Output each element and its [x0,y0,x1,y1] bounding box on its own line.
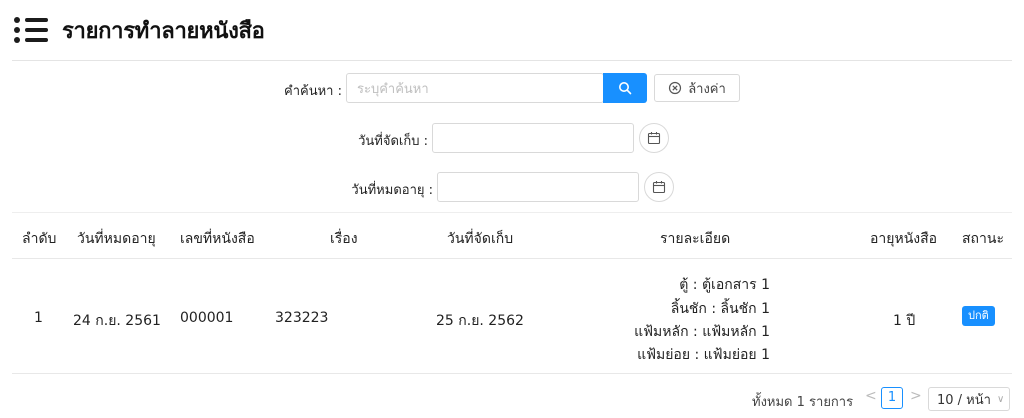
cell-stored: 25 ก.ย. 2562 [436,313,524,329]
expiry-date-label: วันที่หมดอายุ : [351,183,433,198]
column-header-index: ลำดับ [22,231,57,247]
header-divider [12,60,1012,61]
column-header-number: เลขที่หนังสือ [180,231,255,247]
detail-cabinet: ตู้ : ตู้เอกสาร 1 [679,277,770,293]
detail-main-folder: แฟ้มหลัก : แฟ้มหลัก 1 [634,324,770,340]
cell-number: 000001 [180,310,234,326]
search-label: คำค้นหา : [284,84,342,99]
pagination-next-button[interactable]: > [910,388,922,404]
search-input[interactable]: ระบุคำค้นหา [346,73,604,103]
column-header-stored: วันที่จัดเก็บ [447,231,514,247]
page-size-select[interactable]: 10 / หน้า ∨ [928,387,1010,411]
expiry-date-input[interactable] [437,172,639,202]
column-header-status: สถานะ [962,231,1004,247]
pagination-page-1[interactable]: 1 [881,387,903,409]
stored-date-input[interactable] [432,123,634,153]
expiry-date-calendar-button[interactable] [644,172,674,202]
clear-label: ล้างค่า [688,81,726,97]
column-header-subject: เรื่อง [330,231,358,247]
cell-index: 1 [34,310,43,326]
stored-date-label: วันที่จัดเก็บ : [358,134,428,149]
cell-expiry: 24 ก.ย. 2561 [73,313,161,329]
calendar-icon [652,181,666,194]
table-top-divider [12,212,1012,213]
pagination-total: ทั้งหมด 1 รายการ [752,395,854,410]
search-button[interactable] [603,73,647,103]
table-bottom-divider [12,373,1012,374]
close-circle-icon [669,81,682,95]
chevron-down-icon: ∨ [996,393,1005,405]
search-icon [619,82,632,95]
column-header-age: อายุหนังสือ [870,231,938,247]
pagination-prev-button[interactable]: < [865,388,877,404]
status-badge: ปกติ [962,306,995,326]
search-placeholder: ระบุคำค้นหา [357,81,429,97]
detail-drawer: ลิ้นชัก : ลิ้นชัก 1 [670,301,770,317]
stored-date-calendar-button[interactable] [639,123,669,153]
column-header-details: รายละเอียด [660,231,731,247]
clear-button[interactable]: ล้างค่า [654,74,740,102]
calendar-icon [647,132,661,145]
column-header-expiry: วันที่หมดอายุ [77,231,156,247]
page-size-value: 10 / หน้า [937,392,991,408]
page-header: รายการทำลายหนังสือ [14,14,265,46]
cell-age: 1 ปี [893,313,916,329]
table-header-divider [12,258,1012,259]
list-icon [14,16,48,44]
cell-subject: 323223 [275,310,329,326]
page-title: รายการทำลายหนังสือ [62,18,265,44]
detail-sub-folder: แฟ้มย่อย : แฟ้มย่อย 1 [637,347,770,363]
